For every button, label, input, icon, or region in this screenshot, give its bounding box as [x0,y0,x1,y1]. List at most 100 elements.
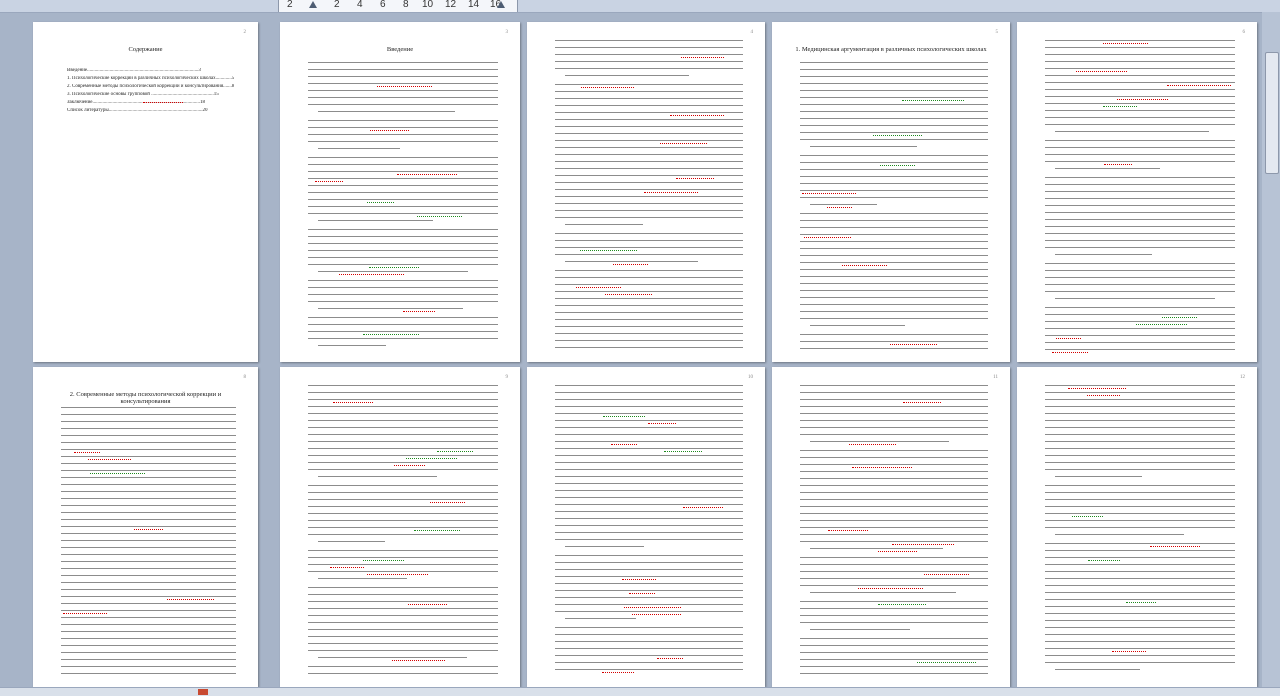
text-line [308,324,498,325]
text-line [1045,54,1235,55]
text-line [308,280,498,281]
spelling-underline [659,141,707,144]
text-line [308,427,498,428]
text-line [308,90,498,91]
document-page[interactable]: 9 [280,367,520,687]
text-line [800,457,988,458]
spelling-underline [801,191,857,194]
document-page[interactable]: 10 [527,367,765,687]
text-line [555,641,743,642]
document-page[interactable]: 5 1. Медицинская аргументация в различных… [772,22,1010,362]
scrollbar-thumb[interactable] [1265,52,1279,174]
text-line [308,550,498,551]
text-line [800,269,988,270]
text-line [308,485,498,486]
text-line [61,659,236,660]
spelling-underline [631,612,682,615]
document-page[interactable]: 4 [527,22,765,362]
text-line [555,140,743,141]
text-line [800,492,988,493]
spelling-underline [74,450,100,453]
text-line [318,220,434,221]
document-page[interactable]: 3 Введение [280,22,520,362]
page-number: 6 [1242,30,1246,35]
text-line [1045,263,1235,264]
ruler-number: 10 [422,0,434,10]
text-line [555,98,743,99]
text-line [800,183,988,184]
text-line [800,334,988,335]
text-line [308,69,498,70]
text-line [800,220,988,221]
spelling-underline [624,605,682,608]
toc-entry[interactable]: Список литературы.......................… [67,108,234,113]
text-line [308,615,498,616]
text-line [555,669,743,670]
spelling-underline [1116,97,1169,100]
page-heading: Введение [386,46,414,53]
text-line [555,392,743,393]
text-line [1045,191,1235,192]
text-line [61,638,236,639]
text-line [61,470,236,471]
spelling-underline [330,565,364,568]
text-line [1045,406,1235,407]
spelling-underline [605,292,652,295]
text-line [800,76,988,77]
toc-entry[interactable]: Введение................................… [67,68,234,73]
text-line [308,441,498,442]
text-line [308,601,498,602]
right-indent-marker[interactable] [497,1,505,8]
text-line [800,69,988,70]
text-line [1045,527,1235,528]
text-line [1045,247,1235,248]
vertical-scrollbar[interactable] [1262,12,1280,687]
spelling-underline [314,179,343,182]
document-page[interactable]: 12 [1017,367,1257,687]
text-line [1045,154,1235,155]
ruler-track[interactable]: 2 2 4 6 8 10 12 14 16 [278,0,518,12]
text-line [555,203,743,204]
spelling-underline [1051,350,1088,353]
spelling-underline [682,505,723,508]
text-line [308,62,498,63]
text-line [555,525,743,526]
text-line [800,155,988,156]
indent-marker[interactable] [309,1,317,8]
horizontal-ruler[interactable]: 2 2 4 6 8 10 12 14 16 [0,0,1280,13]
document-page[interactable]: 6 [1017,22,1257,362]
text-line [61,652,236,653]
text-line [810,146,918,147]
text-line [1045,61,1235,62]
text-line [800,622,988,623]
text-line [555,655,743,656]
text-line [308,650,498,651]
text-line [308,527,498,528]
ruler-number: 14 [468,0,480,10]
spelling-underline [62,611,108,614]
document-page[interactable]: 2 Содержание Введение.....................… [33,22,258,362]
text-line [1045,205,1235,206]
text-line [565,546,645,547]
toc-entry[interactable]: 2. Современные методы психологической ко… [67,84,234,89]
toc-entry[interactable]: 3. Психологические основы групповой ....… [67,92,234,97]
toc-entry[interactable]: 1. Психологические коррекции в различных… [67,76,234,81]
text-line [555,483,743,484]
spelling-underline [629,591,656,594]
text-line [1045,627,1235,628]
spelling-underline [429,500,465,503]
text-line [800,471,988,472]
text-line [61,645,236,646]
text-line [555,347,743,348]
text-line [800,557,988,558]
document-page[interactable]: 11 [772,367,1010,687]
text-line [800,513,988,514]
text-line [800,169,988,170]
text-line [1045,103,1235,104]
text-line [555,277,743,278]
text-line [800,385,988,386]
text-line [1045,592,1235,593]
spelling-underline [670,113,725,116]
text-line [555,497,743,498]
document-page[interactable]: 8 2. Современные методы психологической к… [33,367,258,687]
